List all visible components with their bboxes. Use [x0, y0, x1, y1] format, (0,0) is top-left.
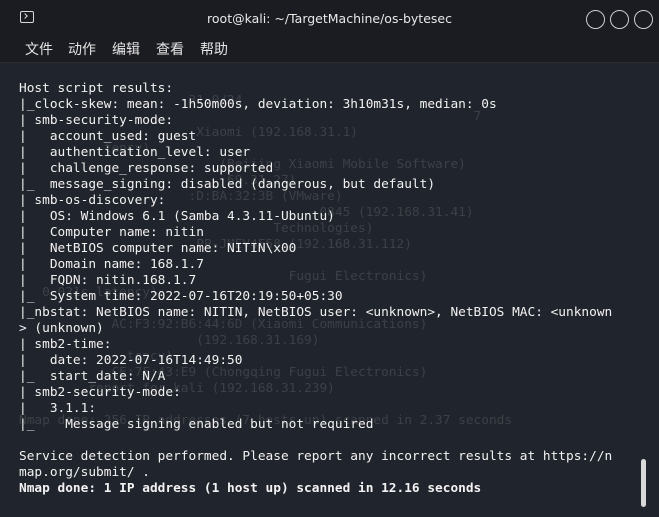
output-line: map.org/submit/ .: [19, 465, 150, 480]
maximize-button[interactable]: [610, 10, 629, 29]
output-line: | smb-os-discovery:: [19, 193, 166, 208]
output-line: |_clock-skew: mean: -1h50m00s, deviation…: [19, 97, 497, 112]
scrollbar[interactable]: [641, 459, 646, 507]
output-line: > (unknown): [19, 321, 104, 336]
output-line: |_ System time: 2022-07-16T20:19:50+05:3…: [19, 289, 343, 304]
close-button[interactable]: [634, 10, 653, 29]
menu-help[interactable]: 帮助: [200, 39, 228, 59]
window-title: root@kali: ~/TargetMachine/os-bytesec: [207, 11, 452, 26]
minimize-button[interactable]: [586, 10, 605, 29]
output-line: |_ message_signing: disabled (dangerous,…: [19, 177, 436, 192]
output-line: Nmap done: 1 IP address (1 host up) scan…: [19, 481, 482, 496]
output-line: | account_used: guest: [19, 129, 197, 144]
menu-actions[interactable]: 动作: [68, 39, 96, 59]
output-line: | NetBIOS computer name: NITIN\x00: [19, 241, 297, 256]
output-line: | OS: Windows 6.1 (Samba 4.3.11-Ubuntu): [19, 209, 335, 224]
menu-view[interactable]: 查看: [156, 39, 184, 59]
output-line: |_nbstat: NetBIOS name: NITIN, NetBIOS u…: [19, 305, 613, 320]
terminal-window: root@kali: ~/TargetMachine/os-bytesec 文件…: [0, 0, 659, 517]
output-line: | authentication_level: user: [19, 145, 251, 160]
menu-bar: 文件 动作 编辑 查看 帮助: [0, 36, 659, 63]
menu-file[interactable]: 文件: [25, 39, 53, 59]
output-line: Host script results:: [19, 81, 174, 96]
output-line: | FQDN: nitin.168.1.7: [19, 273, 197, 288]
output-line: | smb-security-mode:: [19, 113, 174, 128]
title-bar[interactable]: root@kali: ~/TargetMachine/os-bytesec: [0, 0, 659, 36]
output-line: |_ Message signing enabled but not requi…: [19, 417, 374, 432]
output-line: | Domain name: 168.1.7: [19, 257, 204, 272]
output-line: | smb2-security-mode:: [19, 385, 181, 400]
output-line: |_ start_date: N/A: [19, 369, 166, 384]
output-line: | Computer name: nitin: [19, 225, 204, 240]
output-line: | challenge_response: supported: [19, 161, 274, 176]
terminal-output: Host script results: |_clock-skew: mean: …: [19, 81, 612, 497]
output-line: | 3.1.1:: [19, 401, 97, 416]
output-line: | date: 2022-07-16T14:49:50: [19, 353, 243, 368]
output-line: Service detection performed. Please repo…: [19, 449, 613, 464]
output-line: | smb2-time:: [19, 337, 112, 352]
menu-edit[interactable]: 编辑: [112, 39, 140, 59]
terminal-output-area[interactable]: 31.0/24 7 Xiaomi (192.168.31.1) tency). …: [0, 63, 659, 517]
